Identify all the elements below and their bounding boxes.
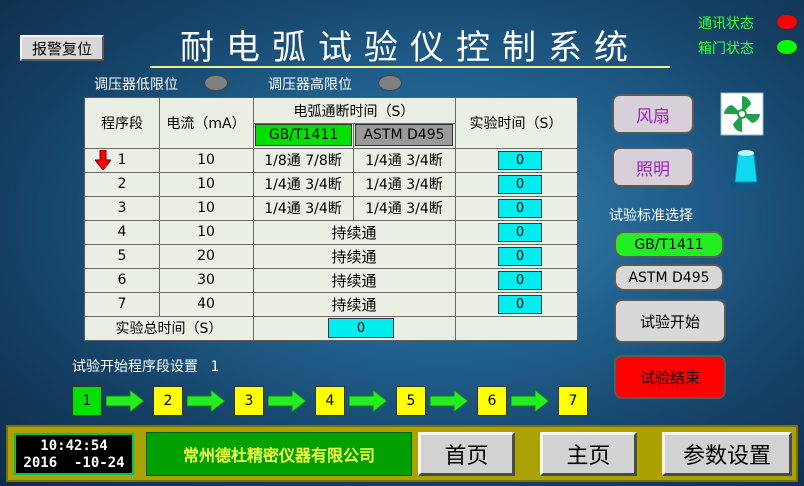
clock-date: 2016 -10-24	[23, 455, 125, 471]
standard-astm-button[interactable]: ASTM D495	[614, 264, 724, 291]
test-start-button[interactable]: 试验开始	[614, 299, 726, 343]
row-test-time: 0	[498, 199, 542, 218]
regulator-high-limit-label: 调压器高限位	[268, 77, 352, 93]
step-box[interactable]: 3	[234, 386, 264, 416]
row-arc-continuous: 持续通	[331, 271, 377, 290]
row-current: 40	[197, 296, 215, 312]
clock-time: 10:42:54	[40, 438, 108, 454]
regulator-high-limit-indicator	[378, 75, 402, 91]
bottom-bar: 10:42:54 2016 -10-24 常州德杜精密仪器有限公司 首页 主页 …	[6, 425, 798, 482]
main-page-button[interactable]: 主页	[540, 432, 637, 476]
light-button[interactable]: 照明	[612, 147, 694, 187]
row-arc-continuous: 持续通	[331, 223, 377, 242]
row-test-time: 0	[498, 151, 542, 170]
home-button[interactable]: 首页	[418, 432, 515, 476]
row-step: 3	[117, 200, 127, 216]
standard-tag-astm: ASTM D495	[355, 124, 453, 146]
row-test-time: 0	[498, 271, 542, 290]
row-current: 10	[197, 176, 215, 192]
row-step: 4	[117, 224, 127, 240]
clock-panel: 10:42:54 2016 -10-24	[14, 433, 134, 475]
row-current: 20	[197, 248, 215, 264]
page-title: 耐电弧试验仪控制系统	[180, 27, 640, 68]
col-header-arc-time: 电弧通断时间（S）	[293, 103, 415, 120]
step-box[interactable]: 7	[558, 386, 588, 416]
row-arc-gb: 1/4通 3/4断	[264, 201, 342, 217]
standard-gb-button[interactable]: GB/T1411	[614, 231, 724, 258]
row-current: 30	[197, 272, 215, 288]
step-box[interactable]: 1	[72, 386, 102, 416]
step-box[interactable]: 2	[153, 386, 183, 416]
row-step: 5	[117, 248, 127, 264]
row-arc-gb: 1/4通 3/4断	[264, 177, 342, 193]
col-header-current: 电流（mA）	[166, 116, 246, 132]
row-test-time: 0	[498, 175, 542, 194]
program-table: 程序段 电流（mA） 电弧通断时间（S） GB/T1411 ASTM D495 …	[84, 97, 578, 341]
row-arc-gb: 1/8通 7/8断	[264, 153, 342, 169]
step-arrow-icon	[510, 388, 550, 414]
fan-icon	[720, 92, 764, 136]
row-test-time: 0	[498, 295, 542, 314]
row-arc-astm: 1/4通 3/4断	[365, 153, 443, 169]
col-header-step: 程序段	[101, 116, 143, 132]
step-arrow-icon	[186, 388, 226, 414]
step-box[interactable]: 5	[396, 386, 426, 416]
row-test-time: 0	[498, 247, 542, 266]
door-status-indicator	[776, 39, 798, 55]
comm-status-label: 通讯状态	[698, 16, 754, 32]
row-current: 10	[197, 224, 215, 240]
comm-status-indicator	[776, 14, 798, 30]
step-arrow-icon	[267, 388, 307, 414]
step-arrow-icon	[348, 388, 388, 414]
regulator-low-limit-label: 调压器低限位	[94, 77, 178, 93]
hmi-screen: 报警复位 耐电弧试验仪控制系统 通讯状态 箱门状态 调压器低限位 调压器高限位 …	[0, 0, 804, 486]
start-step-label: 试验开始程序段设置 1	[72, 359, 220, 375]
row-arc-astm: 1/4通 3/4断	[365, 177, 443, 193]
row-arc-continuous: 持续通	[331, 247, 377, 266]
standard-tag-gb: GB/T1411	[255, 124, 352, 146]
start-step-value: 1	[210, 359, 220, 375]
col-header-test-time: 实验时间（S）	[469, 116, 563, 132]
row-test-time: 0	[498, 223, 542, 242]
title-underline	[150, 66, 670, 68]
total-time-value: 0	[328, 318, 394, 338]
row-step: 1	[117, 152, 127, 168]
row-current: 10	[197, 152, 215, 168]
step-box[interactable]: 6	[477, 386, 507, 416]
door-status-label: 箱门状态	[698, 41, 754, 57]
standard-select-label: 试验标准选择	[609, 208, 693, 224]
company-name: 常州德杜精密仪器有限公司	[146, 432, 412, 476]
step-box[interactable]: 4	[315, 386, 345, 416]
parameter-settings-button[interactable]: 参数设置	[662, 432, 792, 476]
row-current: 10	[197, 200, 215, 216]
row-arc-astm: 1/4通 3/4断	[365, 201, 443, 217]
regulator-low-limit-indicator	[204, 75, 228, 91]
row-step: 2	[117, 176, 127, 192]
fan-button[interactable]: 风扇	[612, 94, 694, 134]
row-step: 6	[117, 272, 127, 288]
step-arrow-icon	[105, 388, 145, 414]
row-arc-continuous: 持续通	[331, 295, 377, 314]
lamp-icon	[726, 144, 766, 190]
step-arrow-icon	[429, 388, 469, 414]
total-time-label: 实验总时间（S）	[115, 321, 223, 337]
alarm-reset-button[interactable]: 报警复位	[20, 35, 104, 61]
row-step: 7	[117, 296, 127, 312]
test-end-button[interactable]: 试验结束	[614, 355, 726, 399]
